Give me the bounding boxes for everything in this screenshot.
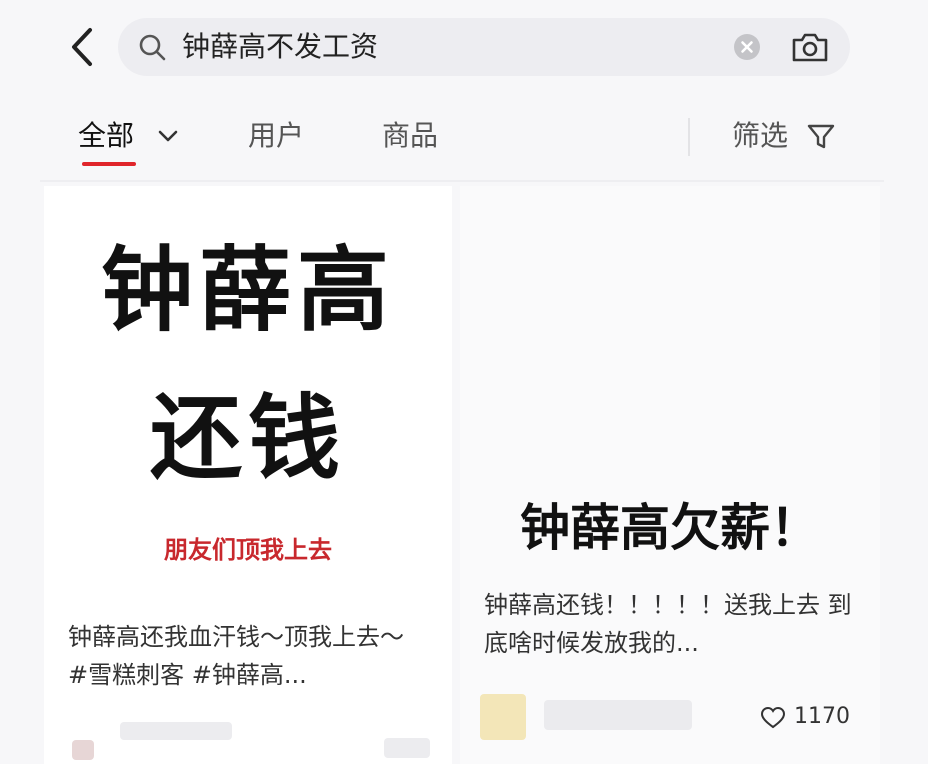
cover-subtitle: 朋友们顶我上去 [164,536,332,564]
back-arrow-icon [72,28,92,66]
tab-divider [688,118,690,156]
cover-title-line: 还钱 [149,385,346,492]
result-card[interactable]: 钟薛高 还钱 朋友们顶我上去 钟薛高还我血汗钱～顶我上去～ #雪糕刺客 #钟薛高… [44,186,452,764]
header-divider [40,180,884,182]
camera-icon[interactable] [790,28,830,66]
avatar[interactable] [72,740,94,760]
heart-icon[interactable] [760,706,786,730]
search-input[interactable]: 钟薛高不发工资 [182,29,378,65]
chevron-down-icon[interactable] [156,126,180,146]
cover-title-line: 钟薛高 [100,237,395,344]
filter-button[interactable]: 筛选 [732,116,788,156]
author-name[interactable] [544,700,692,730]
avatar[interactable] [480,694,526,740]
tab-goods[interactable]: 商品 [382,116,438,156]
cover-title-line: 钟薛高欠薪！ [520,499,820,557]
back-button[interactable] [60,22,106,72]
blurred-likes [384,738,430,758]
author-name[interactable] [120,722,232,740]
card-title[interactable]: 钟薛高还钱！！！！！送我上去 到底啥时候发放我的... [484,586,864,662]
tab-all[interactable]: 全部 [78,116,134,156]
search-icon [139,34,166,61]
result-card[interactable]: 钟薛高欠薪！ 钟薛高还钱！！！！！送我上去 到底啥时候发放我的... 1170 [460,186,880,764]
clear-icon[interactable] [734,34,760,60]
tab-users[interactable]: 用户 [248,116,304,156]
active-tab-indicator [82,162,136,166]
search-bar[interactable]: 钟薛高不发工资 [118,18,850,76]
like-count: 1170 [794,704,850,729]
filter-funnel-icon[interactable] [806,122,836,152]
card-title[interactable]: 钟薛高还我血汗钱～顶我上去～ #雪糕刺客 #钟薛高... [68,618,424,694]
